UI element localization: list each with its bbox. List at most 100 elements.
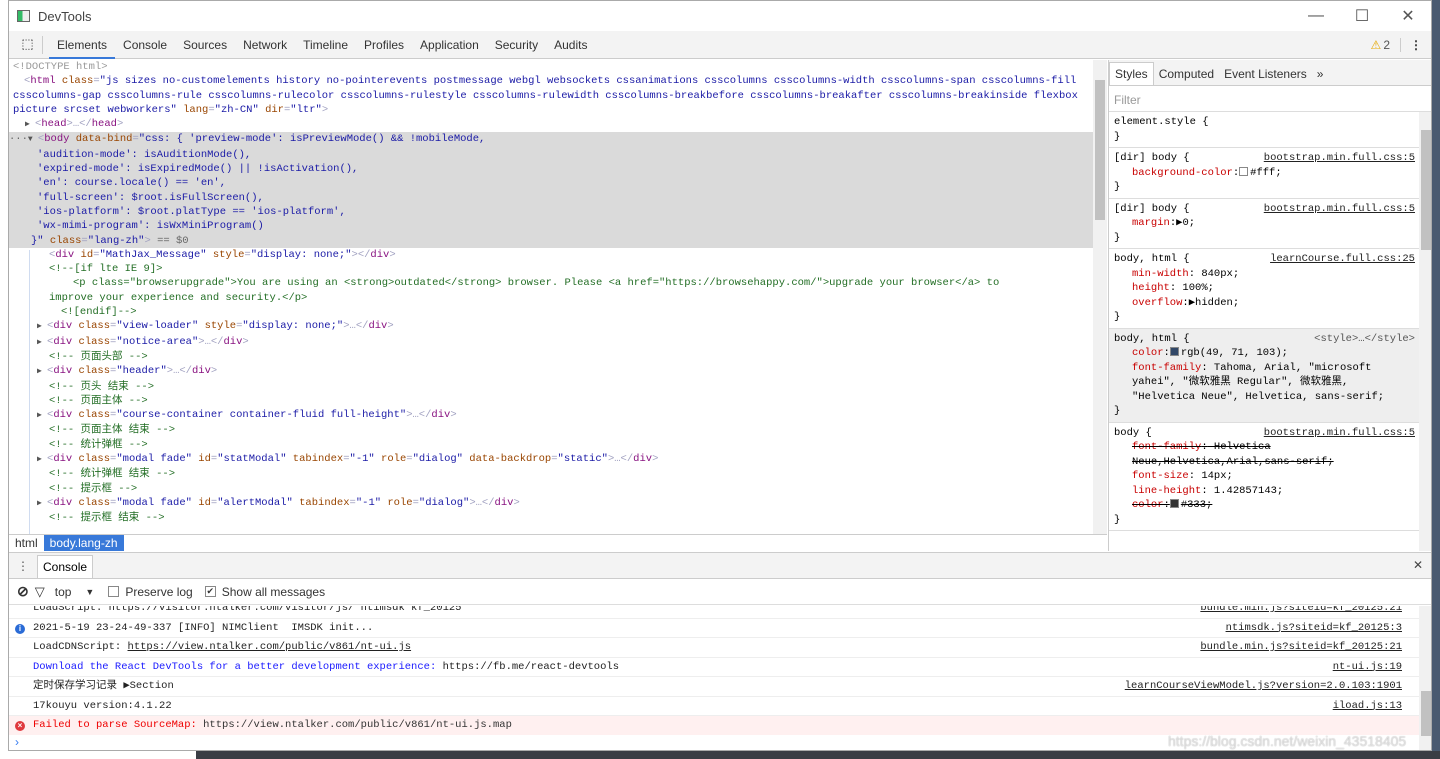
- dom-node-line[interactable]: 'ios-platform': $root.platType == 'ios-p…: [9, 204, 1093, 220]
- style-property[interactable]: font-family: Tahoma, Arial, "microsoft y…: [1114, 361, 1414, 405]
- style-property[interactable]: height: 100%;: [1114, 281, 1414, 296]
- dom-node-line[interactable]: <![endif]-->: [9, 305, 1093, 319]
- inspect-element-icon[interactable]: ⬚: [13, 35, 43, 54]
- tab-computed[interactable]: Computed: [1154, 63, 1219, 85]
- style-property[interactable]: line-height: 1.42857143;: [1114, 484, 1414, 499]
- message-source-link[interactable]: ntimsdk.js?siteid=kf_20125:3: [1226, 619, 1402, 638]
- breadcrumb-item[interactable]: body.lang-zh: [43, 535, 124, 551]
- style-property[interactable]: margin:▶0;: [1114, 216, 1414, 231]
- color-swatch[interactable]: [1169, 347, 1179, 356]
- message-source-link[interactable]: bundle.min.js?siteid=kf_20125:21: [1200, 606, 1402, 618]
- show-all-messages-checkbox[interactable]: ✔: [204, 586, 216, 597]
- more-menu-icon[interactable]: ⋮: [1401, 38, 1431, 52]
- tab-timeline[interactable]: Timeline: [295, 31, 356, 59]
- message-source-link[interactable]: bundle.min.js?siteid=kf_20125:21: [1200, 638, 1402, 657]
- expand-arrow-icon[interactable]: ▶: [37, 453, 47, 467]
- dom-node-line[interactable]: improve your experience and security.</p…: [9, 291, 1093, 305]
- close-drawer-icon[interactable]: ✕: [1413, 558, 1423, 572]
- dom-node-line[interactable]: }" class="lang-zh"> == $0: [9, 233, 1093, 248]
- rule-source-link[interactable]: <style>…</style>: [1314, 332, 1415, 347]
- style-property[interactable]: color: rgb(49, 71, 103);: [1114, 346, 1414, 361]
- style-property[interactable]: font-size: 14px;: [1114, 469, 1414, 484]
- message-source-link[interactable]: learnCourseViewModel.js?version=2.0.103:…: [1125, 677, 1402, 696]
- console-prompt[interactable]: ›: [15, 735, 19, 749]
- tab-sources[interactable]: Sources: [175, 31, 235, 59]
- style-property[interactable]: background-color: #fff;: [1114, 166, 1414, 181]
- tab-audits[interactable]: Audits: [546, 31, 595, 59]
- message-source-link[interactable]: nt-ui.js:19: [1333, 658, 1402, 677]
- dom-node-line[interactable]: 'wx-mimi-program': isWxMiniProgram(): [9, 219, 1093, 234]
- color-swatch[interactable]: [1169, 499, 1179, 508]
- dom-node-line[interactable]: <!-- 统计弹框 -->: [9, 438, 1093, 452]
- dom-node-line[interactable]: <p class="browserupgrade">You are using …: [9, 276, 1093, 290]
- dom-node-line[interactable]: <!--[if lte IE 9]>: [9, 262, 1093, 276]
- expand-arrow-icon[interactable]: ▶: [37, 320, 47, 334]
- expand-arrow-icon[interactable]: ▶: [37, 365, 47, 379]
- tab-console[interactable]: Console: [115, 31, 175, 59]
- dom-node-line[interactable]: <!-- 统计弹框 结束 -->: [9, 467, 1093, 481]
- style-property[interactable]: min-width: 840px;: [1114, 267, 1414, 282]
- tab-more[interactable]: »: [1312, 63, 1329, 85]
- tab-event-listeners[interactable]: Event Listeners: [1219, 63, 1312, 85]
- elements-tree[interactable]: <!DOCTYPE html> <html class="js sizes no-…: [9, 60, 1093, 534]
- close-window-button[interactable]: ✕: [1385, 1, 1431, 31]
- dom-node-line[interactable]: ▶ <div class="modal fade" id="alertModal"…: [9, 496, 1093, 511]
- breadcrumb-item[interactable]: html: [9, 535, 44, 551]
- message-link[interactable]: https://view.ntalker.com/public/v861/nt-…: [128, 641, 412, 653]
- dom-node-line[interactable]: 'en': course.locale() == 'en',: [9, 176, 1093, 191]
- expand-arrow-icon[interactable]: ▶: [37, 336, 47, 350]
- rule-source-link[interactable]: learnCourse.full.css:25: [1270, 252, 1415, 267]
- context-select[interactable]: top: [55, 585, 72, 599]
- styles-scrollbar[interactable]: [1419, 112, 1431, 551]
- tab-security[interactable]: Security: [487, 31, 546, 59]
- dom-node-line[interactable]: <!-- 页面主体 -->: [9, 394, 1093, 408]
- dom-node-line[interactable]: <!-- 提示框 结束 -->: [9, 511, 1093, 525]
- styles-filter-input[interactable]: Filter: [1109, 86, 1431, 112]
- tab-network[interactable]: Network: [235, 31, 295, 59]
- dom-node-line[interactable]: ▶ <div class="course-container container-…: [9, 408, 1093, 423]
- tab-application[interactable]: Application: [412, 31, 487, 59]
- style-property[interactable]: overflow:▶hidden;: [1114, 296, 1414, 311]
- dom-node-line[interactable]: ▶ <div class="notice-area">…</div>: [9, 335, 1093, 350]
- dom-node-line[interactable]: <!-- 页面头部 -->: [9, 350, 1093, 364]
- dom-node-line[interactable]: <!DOCTYPE html>: [9, 60, 1093, 74]
- dom-node-line[interactable]: <!-- 页面主体 结束 -->: [9, 423, 1093, 437]
- tab-styles[interactable]: Styles: [1109, 62, 1154, 85]
- clear-console-icon[interactable]: ⊘: [17, 583, 29, 600]
- dom-node-line[interactable]: ···▼ <body data-bind="css: { 'preview-mod…: [9, 132, 1093, 148]
- tab-console[interactable]: Console: [37, 555, 94, 578]
- expand-arrow-icon[interactable]: ▶: [37, 409, 47, 423]
- filter-icon[interactable]: ▽: [35, 584, 45, 600]
- tab-elements[interactable]: Elements: [49, 31, 116, 59]
- dom-node-line[interactable]: ▶ <div class="header">…</div>: [9, 364, 1093, 379]
- minimize-button[interactable]: —: [1293, 1, 1339, 31]
- message-source-link[interactable]: iload.js:13: [1333, 697, 1402, 716]
- chevron-down-icon[interactable]: ▼: [85, 587, 94, 597]
- rule-source-link[interactable]: bootstrap.min.full.css:5: [1264, 426, 1415, 441]
- dom-node-line[interactable]: <!-- 提示框 -->: [9, 482, 1093, 496]
- color-swatch[interactable]: [1239, 166, 1249, 176]
- dom-node-line[interactable]: <div id="MathJax_Message" style="display…: [9, 248, 1093, 262]
- dom-node-line[interactable]: 'expired-mode': isExpiredMode() || !isAc…: [9, 162, 1093, 177]
- dom-node-line[interactable]: 'audition-mode': isAuditionMode(),: [9, 147, 1093, 163]
- expand-arrow-icon[interactable]: ▶: [37, 497, 47, 511]
- dom-node-line[interactable]: ▶ <div class="view-loader" style="display…: [9, 319, 1093, 334]
- dom-node-line[interactable]: ▶ <div class="modal fade" id="statModal" …: [9, 452, 1093, 467]
- maximize-button[interactable]: ☐: [1339, 1, 1385, 31]
- style-property[interactable]: color: #333;: [1114, 498, 1414, 513]
- rule-source-link[interactable]: bootstrap.min.full.css:5: [1264, 202, 1415, 217]
- elements-scrollbar[interactable]: [1093, 60, 1107, 534]
- rule-source-link[interactable]: bootstrap.min.full.css:5: [1264, 151, 1415, 166]
- warning-icon[interactable]: ⚠: [1371, 38, 1382, 52]
- dom-node-line[interactable]: <html class="js sizes no-customelements …: [9, 74, 1093, 117]
- expand-arrow-icon[interactable]: ▶: [25, 118, 35, 132]
- tab-profiles[interactable]: Profiles: [356, 31, 412, 59]
- preserve-log-checkbox[interactable]: [108, 586, 120, 597]
- style-property[interactable]: font-family: Helvetica Neue,Helvetica,Ar…: [1114, 440, 1414, 469]
- dom-node-line[interactable]: <!-- 页头 结束 -->: [9, 380, 1093, 394]
- dom-node-line[interactable]: 'full-screen': $root.isFullScreen(),: [9, 190, 1093, 205]
- warning-count[interactable]: 2: [1383, 38, 1401, 52]
- drawer-menu-icon[interactable]: ⋮: [9, 559, 37, 573]
- collapse-arrow-icon[interactable]: ▼: [28, 133, 38, 147]
- dom-node-line[interactable]: ▶ <head>…</head>: [9, 117, 1093, 132]
